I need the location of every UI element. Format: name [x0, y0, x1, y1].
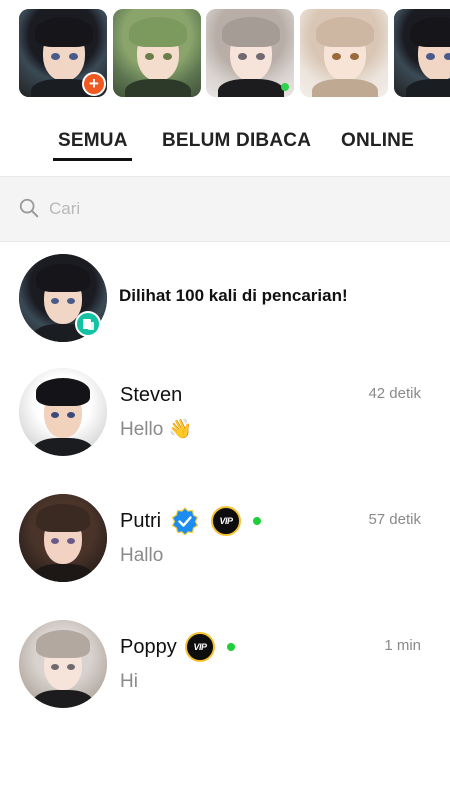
message-time: 57 detik: [368, 511, 421, 528]
story-eye: [163, 53, 172, 60]
avatar: [19, 620, 107, 708]
vip-badge-icon: VIP: [211, 506, 241, 536]
avatar-eye: [67, 412, 75, 418]
message-preview: Hello 👋: [120, 419, 193, 440]
vip-badge-icon: VIP: [185, 632, 215, 662]
avatar-eye: [67, 664, 75, 670]
avatar-hair: [36, 264, 90, 292]
story-eye: [238, 53, 247, 60]
tab-all[interactable]: SEMUA: [58, 130, 128, 152]
story-3[interactable]: [206, 9, 294, 97]
chat-item-poppy[interactable]: Poppy VIP Hi 1 min: [0, 620, 450, 710]
story-eye: [69, 53, 78, 60]
search-views-icon: [75, 311, 101, 337]
tab-online[interactable]: ONLINE: [341, 130, 414, 152]
active-tab-indicator: [53, 158, 132, 161]
avatar-eye: [51, 664, 59, 670]
search-input[interactable]: [49, 195, 429, 223]
story-2[interactable]: [113, 9, 201, 97]
story-eye: [332, 53, 341, 60]
avatar: [19, 494, 107, 582]
story-hair: [410, 17, 450, 47]
story-body: [312, 79, 378, 97]
chat-item-steven[interactable]: Steven Hello 👋 42 detik: [0, 368, 450, 458]
contact-name: Putri: [120, 510, 162, 532]
contact-name: Steven: [120, 384, 183, 406]
story-body: [125, 79, 191, 97]
story-hair: [129, 17, 187, 47]
story-eye: [256, 53, 265, 60]
avatar-hair: [36, 378, 90, 406]
message-time: 42 detik: [368, 385, 421, 402]
story-eye: [51, 53, 60, 60]
stories-row: +: [19, 9, 450, 97]
verified-badge-icon: [171, 507, 199, 535]
online-indicator: [227, 643, 235, 651]
tab-unread[interactable]: BELUM DIBACA: [162, 130, 311, 152]
online-indicator: [281, 83, 289, 91]
search-bar: [0, 176, 450, 242]
avatar-body: [33, 438, 93, 456]
message-preview: Hallo: [120, 545, 164, 566]
add-story-icon[interactable]: +: [82, 72, 106, 96]
chat-item-putri[interactable]: Putri VIP Hallo 57 detik: [0, 494, 450, 584]
story-hair: [316, 17, 374, 47]
story-eye: [444, 53, 450, 60]
avatar-eye: [51, 538, 59, 544]
contact-name: Poppy: [120, 636, 177, 658]
message-preview: Hi: [120, 671, 138, 692]
avatar: [19, 368, 107, 456]
story-1[interactable]: +: [19, 9, 107, 97]
story-body: [218, 79, 284, 97]
avatar-hair: [36, 504, 90, 532]
search-views-notice[interactable]: Dilihat 100 kali di pencarian!: [0, 254, 450, 344]
search-icon[interactable]: [18, 197, 40, 219]
avatar-eye: [51, 298, 59, 304]
avatar-body: [33, 564, 93, 582]
story-eye: [350, 53, 359, 60]
story-eye: [145, 53, 154, 60]
story-hair: [35, 17, 93, 47]
story-body: [406, 79, 450, 97]
search-views-text: Dilihat 100 kali di pencarian!: [119, 286, 348, 305]
story-hair: [222, 17, 280, 47]
avatar-eye: [51, 412, 59, 418]
avatar-hair: [36, 630, 90, 658]
avatar-eye: [67, 538, 75, 544]
story-eye: [426, 53, 435, 60]
story-4[interactable]: [300, 9, 388, 97]
avatar-body: [33, 690, 93, 708]
message-time: 1 min: [384, 637, 421, 654]
story-5[interactable]: [394, 9, 450, 97]
tab-bar: SEMUA BELUM DIBACA ONLINE: [0, 128, 450, 164]
avatar-eye: [67, 298, 75, 304]
online-indicator: [253, 517, 261, 525]
